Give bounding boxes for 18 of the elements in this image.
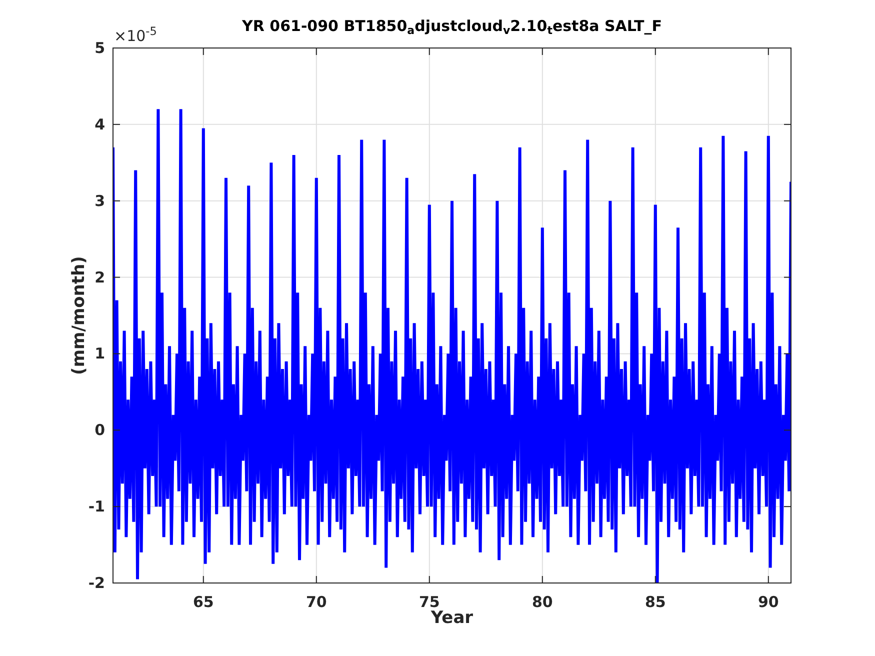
y-tick-label: 2 [94, 268, 105, 286]
y-axis-label: (mm/month) [69, 256, 89, 375]
x-tick-label: 90 [758, 593, 779, 611]
x-tick-label: 70 [306, 593, 327, 611]
y-tick-label: 5 [94, 39, 105, 57]
y-tick-label: 4 [94, 115, 105, 134]
y-tick-label: -1 [88, 498, 105, 516]
axis-multiplier: ×10$^{-5}$ [114, 26, 157, 46]
y-tick-label: -2 [88, 574, 105, 592]
x-axis-label: Year [430, 608, 474, 628]
y-tick-label: 3 [94, 192, 105, 210]
y-tick-label: 0 [94, 421, 105, 440]
x-tick-label: 85 [644, 593, 666, 611]
y-tick-label: 1 [94, 344, 105, 363]
x-tick-label: 80 [532, 593, 553, 611]
x-tick-label: 75 [418, 593, 440, 611]
chart-title: YR 061-090 BT1850$_{a}$djustcloud$_{v}$2.10$_{t}$est8a SALT_F [242, 17, 662, 35]
x-tick-label: 65 [192, 593, 214, 611]
